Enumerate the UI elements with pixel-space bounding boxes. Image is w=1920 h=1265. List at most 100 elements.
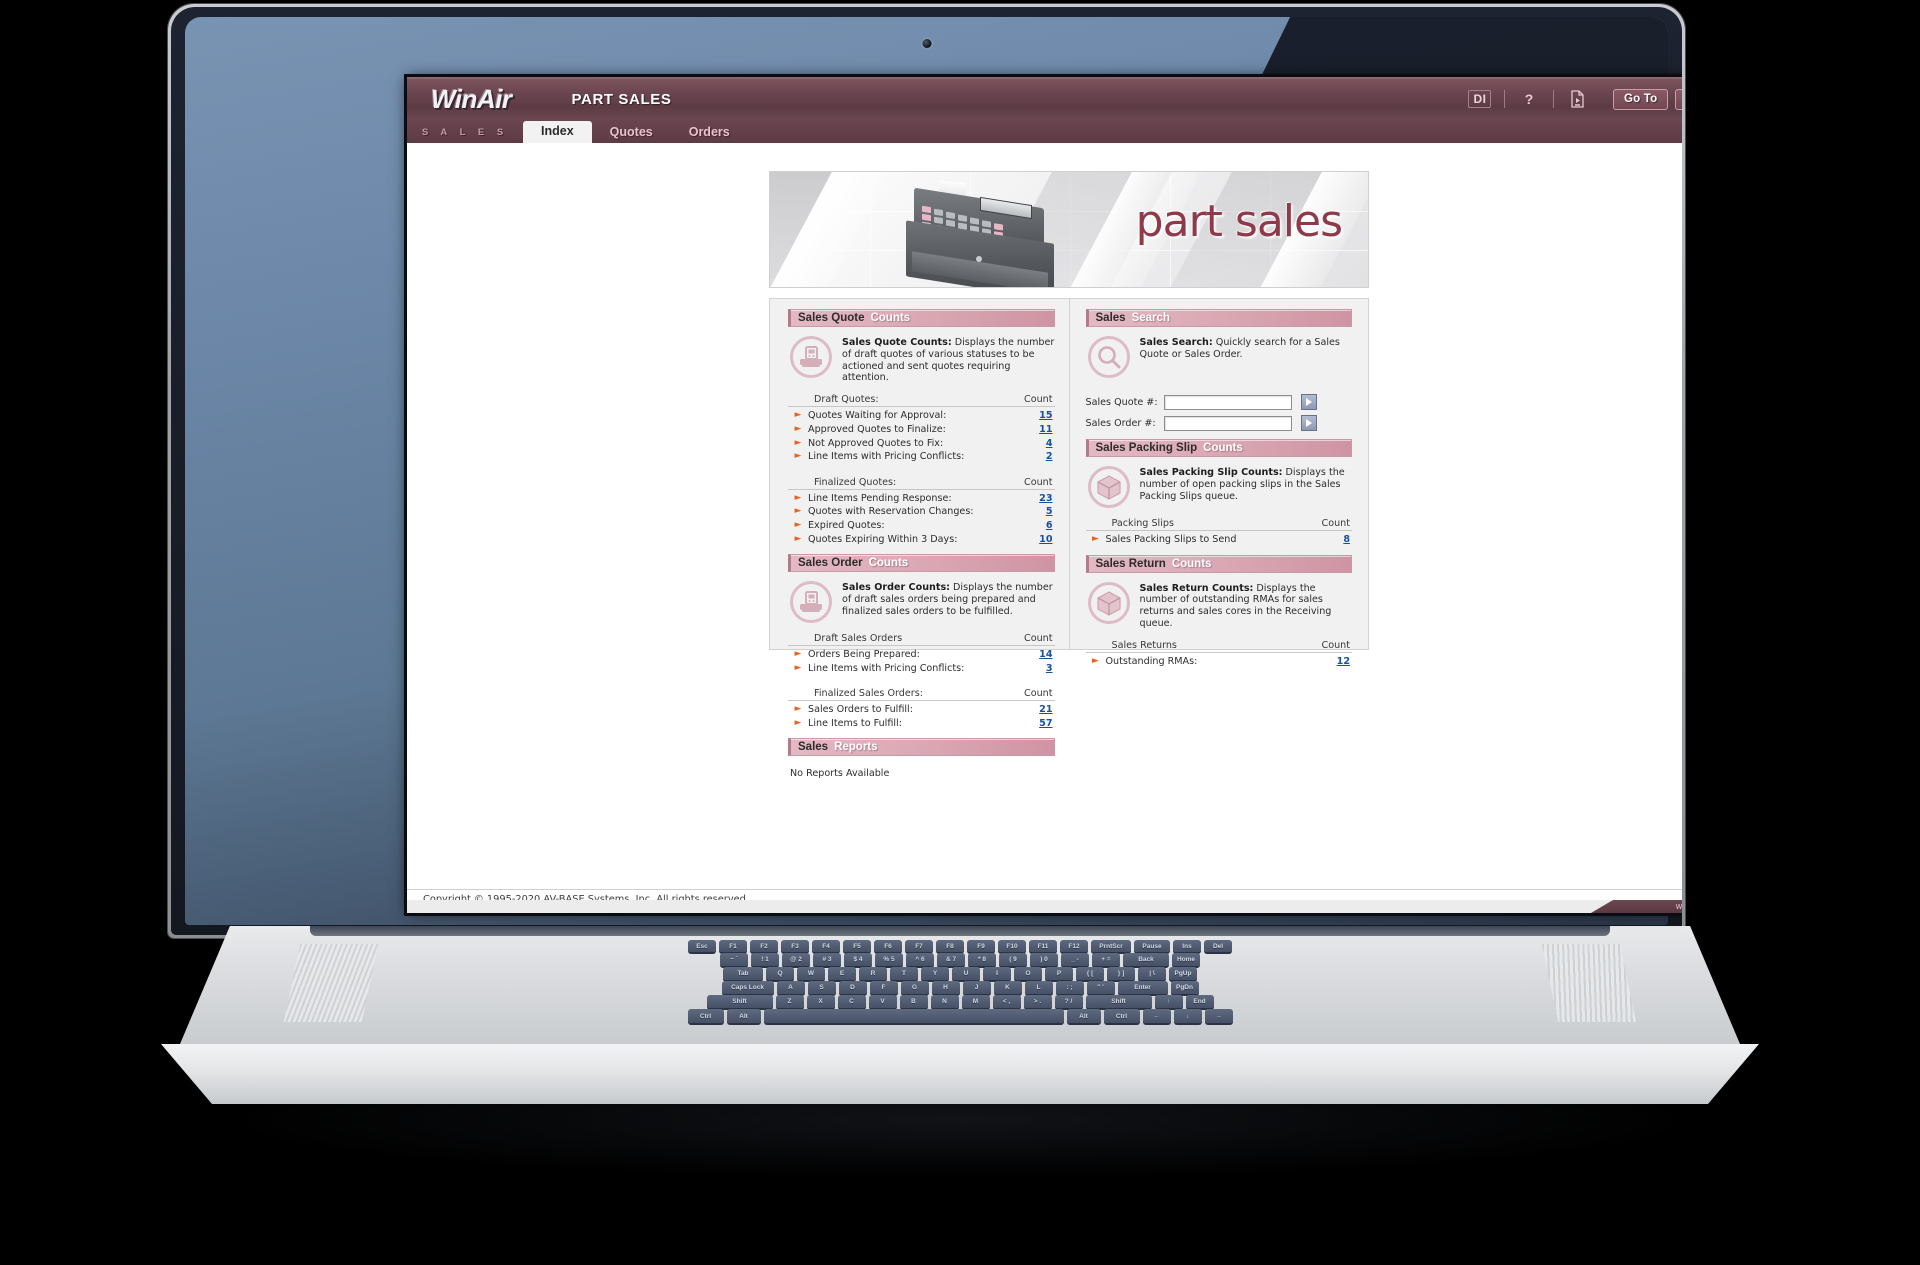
tab-orders[interactable]: Orders	[671, 122, 748, 143]
count-value[interactable]: 14	[1039, 649, 1052, 660]
keyboard-key[interactable]: Shift	[1085, 995, 1152, 1008]
keyboard-key[interactable]: Z	[775, 995, 804, 1008]
keyboard-key[interactable]: Alt	[1066, 1009, 1101, 1023]
count-row[interactable]: ► Orders Being Prepared: 14	[788, 648, 1055, 662]
keyboard-key[interactable]: PgDn	[1170, 981, 1199, 994]
keyboard-key[interactable]: ↑	[1154, 995, 1183, 1008]
keyboard-key[interactable]: C	[837, 995, 866, 1008]
keyboard-key[interactable]: D	[838, 981, 867, 994]
keyboard-key[interactable]: F4	[812, 940, 840, 952]
count-value[interactable]: 6	[1046, 520, 1053, 531]
keyboard-key[interactable]: F3	[781, 940, 809, 952]
keyboard-key[interactable]: Shift	[706, 995, 773, 1008]
keyboard-key[interactable]: V	[868, 995, 897, 1008]
count-value[interactable]: 4	[1046, 438, 1053, 449]
keyboard-key[interactable]: G	[900, 981, 929, 994]
count-row[interactable]: ► Outstanding RMAs: 12	[1086, 655, 1353, 669]
keyboard-key[interactable]: & 7	[937, 953, 965, 966]
count-value[interactable]: 5	[1046, 506, 1053, 517]
keyboard[interactable]: Esc F1 F2 F3 F4 F5 F6 F7 F8 F9 F10 F11 F12 PrntScr Pau…	[330, 938, 1590, 1030]
keyboard-key[interactable]: B	[899, 995, 928, 1008]
count-row[interactable]: ► Quotes Waiting for Approval: 15	[788, 409, 1055, 423]
keyboard-key[interactable]: P	[1045, 967, 1073, 980]
keyboard-key[interactable]: F12	[1060, 940, 1088, 952]
keyboard-key[interactable]: % 5	[875, 953, 903, 966]
footer-url[interactable]: www.winair.ca	[1675, 902, 1682, 912]
keyboard-key[interactable]: X	[806, 995, 835, 1008]
keyboard-key[interactable]: R	[859, 967, 887, 980]
keyboard-key[interactable]: ? /	[1054, 995, 1083, 1008]
count-row[interactable]: ► Not Approved Quotes to Fix: 4	[788, 436, 1055, 450]
count-value[interactable]: 11	[1039, 424, 1052, 435]
tab-quotes[interactable]: Quotes	[592, 122, 671, 143]
keyboard-key[interactable]: Q	[766, 967, 794, 980]
keyboard-key[interactable]: * 8	[968, 953, 996, 966]
keyboard-key[interactable]: PgUp	[1169, 967, 1197, 980]
count-row[interactable]: ► Approved Quotes to Finalize: 11	[788, 423, 1055, 437]
keyboard-key[interactable]: F	[869, 981, 898, 994]
keyboard-key[interactable]: _ -	[1061, 953, 1089, 966]
count-row[interactable]: ► Line Items to Fulfill: 57	[788, 717, 1055, 731]
keyboard-key[interactable]: Del	[1204, 940, 1232, 952]
count-row[interactable]: ► Sales Packing Slips to Send 8	[1086, 533, 1353, 547]
keyboard-key[interactable]: Home	[1172, 953, 1200, 966]
keyboard-key[interactable]: ( 9	[999, 953, 1027, 966]
keyboard-key[interactable]	[763, 1009, 1064, 1023]
keyboard-key[interactable]: $ 4	[844, 953, 872, 966]
keyboard-key[interactable]: F5	[843, 940, 871, 952]
keyboard-key[interactable]: ! 1	[751, 953, 779, 966]
keyboard-key[interactable]: H	[931, 981, 960, 994]
count-value[interactable]: 8	[1343, 534, 1350, 545]
count-value[interactable]: 23	[1039, 493, 1052, 504]
count-value[interactable]: 3	[1046, 663, 1053, 674]
count-row[interactable]: ► Quotes Expiring Within 3 Days: 10	[788, 532, 1055, 546]
document-play-icon[interactable]	[1565, 87, 1591, 111]
keyboard-key[interactable]: T	[890, 967, 918, 980]
keyboard-key[interactable]: | \	[1138, 967, 1166, 980]
trackpad[interactable]	[831, 1172, 1089, 1265]
keyboard-key[interactable]: Y	[921, 967, 949, 980]
keyboard-key[interactable]: F11	[1029, 940, 1057, 952]
keyboard-key[interactable]: : ;	[1055, 981, 1084, 994]
count-value[interactable]: 15	[1039, 410, 1052, 421]
winair-logo[interactable]: WinAir	[431, 84, 512, 115]
keyboard-key[interactable]: > .	[1023, 995, 1052, 1008]
keyboard-key[interactable]: End	[1185, 995, 1214, 1008]
keyboard-key[interactable]: ^ 6	[906, 953, 934, 966]
sales-order-number-input[interactable]	[1163, 415, 1292, 431]
tab-index[interactable]: Index	[523, 121, 592, 143]
keyboard-key[interactable]: { [	[1076, 967, 1104, 980]
keyboard-key[interactable]: J	[962, 981, 991, 994]
count-row[interactable]: ► Quotes with Reservation Changes: 5	[788, 505, 1055, 519]
sales-quote-number-input[interactable]	[1163, 394, 1292, 410]
reports-button[interactable]: Reports	[1675, 88, 1682, 110]
count-value[interactable]: 10	[1039, 534, 1052, 545]
keyboard-key[interactable]: O	[1014, 967, 1042, 980]
keyboard-key[interactable]: F7	[905, 940, 933, 952]
keyboard-key[interactable]: Back	[1123, 953, 1169, 966]
keyboard-key[interactable]: F1	[719, 940, 747, 952]
count-row[interactable]: ► Line Items with Pricing Conflicts: 3	[788, 662, 1055, 676]
keyboard-key[interactable]: U	[952, 967, 980, 980]
keyboard-key[interactable]: F2	[750, 940, 778, 952]
keyboard-key[interactable]: ) 0	[1030, 953, 1058, 966]
count-row[interactable]: ► Line Items with Pricing Conflicts: 2	[788, 450, 1055, 464]
keyboard-key[interactable]: →	[1204, 1009, 1233, 1023]
keyboard-key[interactable]: I	[983, 967, 1011, 980]
count-row[interactable]: ► Expired Quotes: 6	[788, 519, 1055, 533]
keyboard-key[interactable]: Ins	[1173, 940, 1201, 952]
count-value[interactable]: 21	[1039, 704, 1052, 715]
keyboard-key[interactable]: } ]	[1107, 967, 1135, 980]
keyboard-key[interactable]: " '	[1086, 981, 1115, 994]
keyboard-key[interactable]: S	[807, 981, 836, 994]
count-row[interactable]: ► Line Items Pending Response: 23	[788, 492, 1055, 506]
footer-url-tab[interactable]: www.winair.ca	[1591, 900, 1682, 913]
di-button[interactable]: DI	[1467, 87, 1493, 111]
keyboard-key[interactable]: Tab	[723, 967, 763, 980]
keyboard-key[interactable]: ←	[1142, 1009, 1171, 1023]
keyboard-key[interactable]: N	[930, 995, 959, 1008]
sales-quote-go-button[interactable]	[1300, 394, 1317, 410]
keyboard-key[interactable]: @ 2	[782, 953, 810, 966]
keyboard-key[interactable]: Ctrl	[1103, 1009, 1140, 1023]
keyboard-key[interactable]: ~ `	[720, 953, 748, 966]
